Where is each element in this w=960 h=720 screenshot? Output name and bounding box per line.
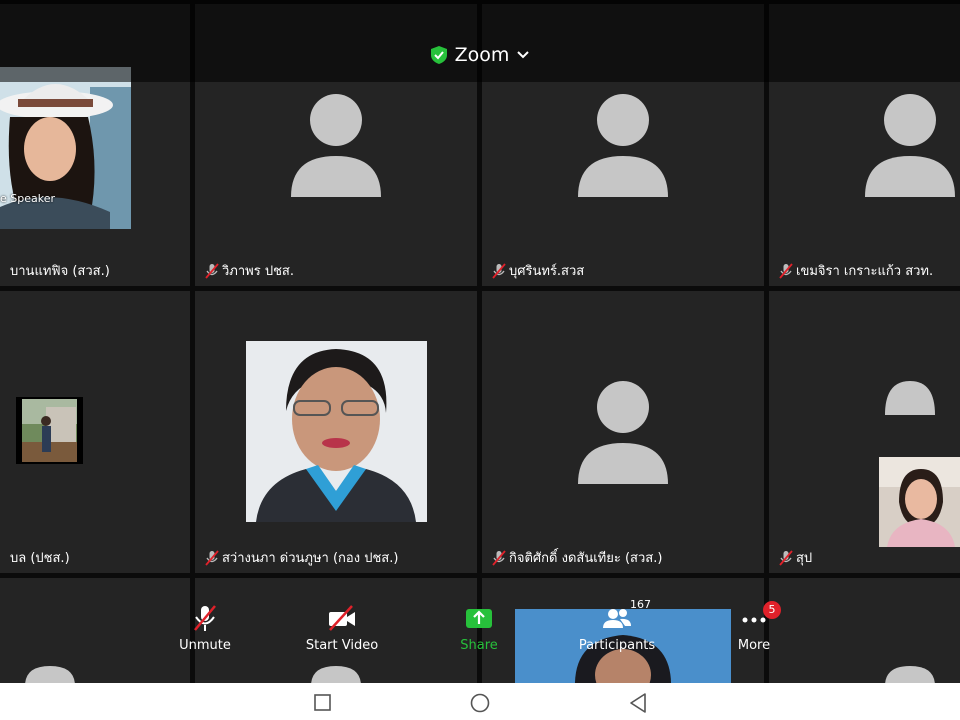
muted-mic-icon [194,605,216,631]
muted-mic-icon [205,262,219,279]
participant-photo [246,341,427,522]
participants-icon [603,609,631,628]
self-view-thumbnail[interactable] [879,457,960,547]
speaker-badge: e Speaker [0,192,56,205]
video-off-icon [329,605,355,631]
share-button[interactable]: Share [424,604,534,653]
avatar-placeholder-icon [291,94,381,197]
participant-name: กิจติศักดิ์ งดสันเทียะ (สวส.) [492,547,662,568]
recent-apps-icon[interactable] [314,694,331,711]
participant-name: วิภาพร ปชส. [205,260,294,281]
muted-mic-icon [779,262,793,279]
meeting-title[interactable]: Zoom [0,44,960,66]
back-icon[interactable] [629,693,647,713]
participants-label: Participants [578,638,656,653]
share-label: Share [460,638,498,653]
participants-button[interactable]: 167 Participants [562,598,672,653]
video-tile[interactable]: บล (ปชส.) [0,291,190,573]
video-grid: e Speaker บานแทฟิจ (สวส.) วิภาพร ปชส. บุ… [0,0,960,683]
participant-name: บานแทฟิจ (สวส.) [10,264,110,279]
video-tile[interactable]: สว่างนภา ด่วนภูษา (กอง ปชส.) [195,291,477,573]
participant-name: เขมจิรา เกราะแก้ว สวท. [779,260,933,281]
system-navigation-bar [0,683,960,720]
participant-name: สว่างนภา ด่วนภูษา (กอง ปชส.) [205,547,398,568]
more-label: More [737,638,771,653]
home-icon[interactable] [470,693,490,713]
participant-name: สุป [779,547,812,568]
participant-name: บล (ปชส.) [10,551,70,566]
chevron-down-icon [517,51,530,59]
notification-badge: 5 [763,601,781,619]
unmute-label: Unmute [179,638,231,653]
top-bar [0,0,960,82]
muted-mic-icon [492,262,506,279]
start-video-button[interactable]: Start Video [287,604,397,653]
shield-check-icon [430,46,447,64]
participant-photo [16,397,83,464]
participant-name: บุศรินทร์.สวส [492,260,584,281]
more-button[interactable]: 5 More [699,601,809,653]
participant-photo: e Speaker [0,67,131,229]
participants-count: 167 [630,598,651,611]
muted-mic-icon [205,549,219,566]
muted-mic-icon [779,549,793,566]
avatar-placeholder-icon [885,381,935,415]
muted-mic-icon [492,549,506,566]
avatar-placeholder-icon [865,94,955,197]
avatar-placeholder-icon [578,94,668,197]
video-tile[interactable]: กิจติศักดิ์ งดสันเทียะ (สวส.) [482,291,764,573]
share-screen-icon [466,609,492,628]
start-video-label: Start Video [305,638,379,653]
unmute-button[interactable]: Unmute [150,604,260,653]
app-title: Zoom [454,44,510,66]
meeting-toolbar: Unmute Start Video Share 167 Participant… [0,596,960,683]
avatar-placeholder-icon [578,381,668,484]
